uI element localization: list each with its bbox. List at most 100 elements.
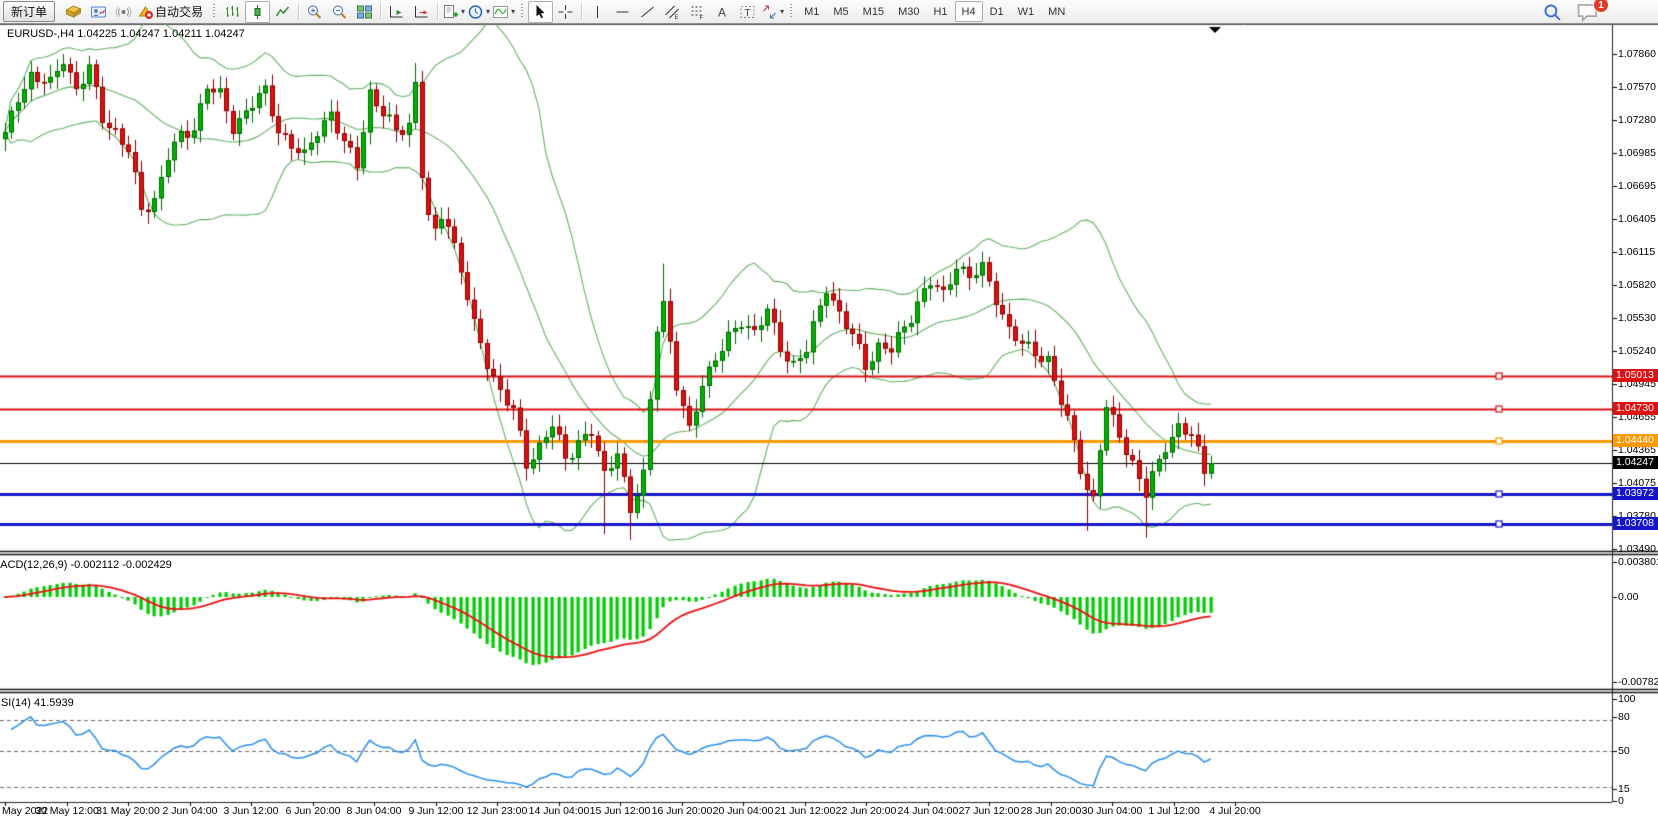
timeframe-m5[interactable]: M5 bbox=[826, 1, 855, 22]
bar-chart-button[interactable] bbox=[220, 1, 245, 23]
toolbar-gripper bbox=[521, 4, 523, 19]
time-axis-label: 30 Jun 04:00 bbox=[1082, 805, 1143, 817]
tile-windows-button[interactable] bbox=[352, 1, 377, 23]
price-level-badge: 1.04730 bbox=[1613, 402, 1658, 415]
time-axis-label: 22 Jun 20:00 bbox=[836, 805, 897, 817]
timeframe-m15[interactable]: M15 bbox=[856, 1, 891, 22]
dropdown-arrow-icon: ▾ bbox=[486, 7, 490, 16]
price-axis-label: 1.06985 bbox=[1618, 147, 1656, 159]
signal-icon bbox=[115, 4, 132, 20]
search-icon bbox=[1543, 3, 1562, 22]
svg-text:E: E bbox=[675, 15, 679, 20]
time-axis-label: 24 Jun 04:00 bbox=[898, 805, 959, 817]
svg-text:F: F bbox=[700, 15, 704, 20]
chart-shift-icon bbox=[413, 4, 430, 20]
price-axis-label: 1.05820 bbox=[1618, 279, 1656, 291]
rsi-axis-label: 15 bbox=[1618, 783, 1630, 795]
time-axis-label: 12 Jun 23:00 bbox=[467, 805, 528, 817]
macd-axis-label: -0.007827 bbox=[1618, 676, 1658, 688]
autotrading-button[interactable]: 自动交易 bbox=[136, 1, 208, 23]
candlestick-chart-button[interactable] bbox=[245, 1, 270, 23]
timeframe-mn[interactable]: MN bbox=[1041, 1, 1072, 22]
price-level-badge: 1.05013 bbox=[1613, 369, 1658, 382]
toolbar-separator bbox=[298, 3, 299, 20]
text-label-icon: T bbox=[739, 4, 756, 20]
rsi-axis-label: 50 bbox=[1618, 745, 1630, 757]
timeframe-m30[interactable]: M30 bbox=[891, 1, 926, 22]
horizontal-line-icon bbox=[614, 4, 631, 20]
crosshair-icon bbox=[557, 4, 574, 20]
time-axis-label: 1 Jul 12:00 bbox=[1148, 805, 1199, 817]
symbols-button[interactable] bbox=[61, 1, 86, 23]
vertical-line-button[interactable] bbox=[585, 1, 610, 23]
cursor-button[interactable] bbox=[528, 1, 553, 23]
timeframe-h1[interactable]: H1 bbox=[926, 1, 954, 22]
auto-scroll-button[interactable] bbox=[384, 1, 409, 23]
timeframe-d1[interactable]: D1 bbox=[983, 1, 1011, 22]
timeframe-toolbar: M1M5M15M30H1H4D1W1MN bbox=[797, 1, 1072, 22]
indicators-button[interactable]: ▾ bbox=[491, 1, 516, 23]
time-axis-label: 2 Jun 04:00 bbox=[163, 805, 218, 817]
autotrading-icon bbox=[137, 4, 154, 20]
symbol-info: EURUSD-,H4 1.04225 1.04247 1.04211 1.042… bbox=[7, 28, 245, 40]
equidistant-channel-icon: E bbox=[664, 4, 681, 20]
fibonacci-icon: F bbox=[689, 4, 706, 20]
trend-line-button[interactable] bbox=[635, 1, 660, 23]
macd-axis-label: 0.00 bbox=[1618, 591, 1638, 603]
time-axis-label: 16 Jun 20:00 bbox=[652, 805, 713, 817]
profile-button[interactable] bbox=[86, 1, 111, 23]
price-axis-label: 1.07280 bbox=[1618, 114, 1656, 126]
autotrading-label: 自动交易 bbox=[155, 3, 203, 20]
indicators-icon bbox=[492, 4, 509, 20]
new-template-button[interactable]: ▾ bbox=[441, 1, 466, 23]
equidistant-channel-button[interactable]: E bbox=[660, 1, 685, 23]
macd-indicator-label: MACD(12,26,9) -0.002112 -0.002429 bbox=[0, 555, 280, 573]
line-chart-icon bbox=[274, 4, 291, 20]
crosshair-button[interactable] bbox=[553, 1, 578, 23]
arrows-button[interactable]: ▾ bbox=[760, 1, 785, 23]
toolbar-separator bbox=[380, 3, 381, 20]
rsi-indicator-label: RSI(14) 41.5939 bbox=[0, 693, 280, 711]
search-button[interactable] bbox=[1543, 3, 1562, 27]
time-axis-label: 3 Jun 12:00 bbox=[224, 805, 279, 817]
bar-chart-icon bbox=[224, 4, 241, 20]
text-label-button[interactable]: T bbox=[735, 1, 760, 23]
time-axis-label: 27 Jun 12:00 bbox=[959, 805, 1020, 817]
text-button[interactable]: A bbox=[710, 1, 735, 23]
timeframe-m1[interactable]: M1 bbox=[797, 1, 826, 22]
rsi-axis-label: 80 bbox=[1618, 711, 1630, 723]
text-icon: A bbox=[714, 4, 731, 20]
toolbar-separator bbox=[437, 3, 438, 20]
svg-text:T: T bbox=[745, 8, 751, 19]
toolbar-right: 1 bbox=[1543, 2, 1600, 27]
timeframe-h4[interactable]: H4 bbox=[955, 1, 983, 22]
arrows-icon bbox=[761, 4, 778, 20]
time-axis-label: 8 Jun 04:00 bbox=[347, 805, 402, 817]
horizontal-line-button[interactable] bbox=[610, 1, 635, 23]
main-toolbar: 新订单 自动交易 bbox=[0, 0, 1658, 24]
new-template-icon bbox=[442, 4, 459, 20]
time-axis-label: 14 Jun 04:00 bbox=[529, 805, 590, 817]
time-axis-label: 31 May 20:00 bbox=[96, 805, 160, 817]
price-axis-label: 1.06405 bbox=[1618, 213, 1656, 225]
timeframe-w1[interactable]: W1 bbox=[1011, 1, 1042, 22]
chart-shift-button[interactable] bbox=[409, 1, 434, 23]
fibonacci-button[interactable]: F bbox=[685, 1, 710, 23]
new-order-button[interactable]: 新订单 bbox=[3, 1, 55, 22]
signal-button[interactable] bbox=[111, 1, 136, 23]
periods-button[interactable]: ▾ bbox=[466, 1, 491, 23]
toolbar-separator bbox=[581, 3, 582, 20]
line-chart-button[interactable] bbox=[270, 1, 295, 23]
zoom-out-icon bbox=[331, 4, 348, 20]
time-axis-label: 9 Jun 12:00 bbox=[409, 805, 464, 817]
zoom-out-button[interactable] bbox=[327, 1, 352, 23]
price-axis-label: 1.03490 bbox=[1618, 543, 1656, 555]
price-level-badge: 1.03708 bbox=[1613, 517, 1658, 530]
price-axis-label: 1.07860 bbox=[1618, 48, 1656, 60]
svg-text:A: A bbox=[718, 5, 726, 19]
time-axis-label: 6 Jun 20:00 bbox=[286, 805, 341, 817]
notifications-button[interactable]: 1 bbox=[1576, 2, 1600, 27]
zoom-in-button[interactable] bbox=[302, 1, 327, 23]
price-level-badge: 1.04247 bbox=[1613, 456, 1658, 469]
time-axis-label: 4 Jul 20:00 bbox=[1209, 805, 1260, 817]
